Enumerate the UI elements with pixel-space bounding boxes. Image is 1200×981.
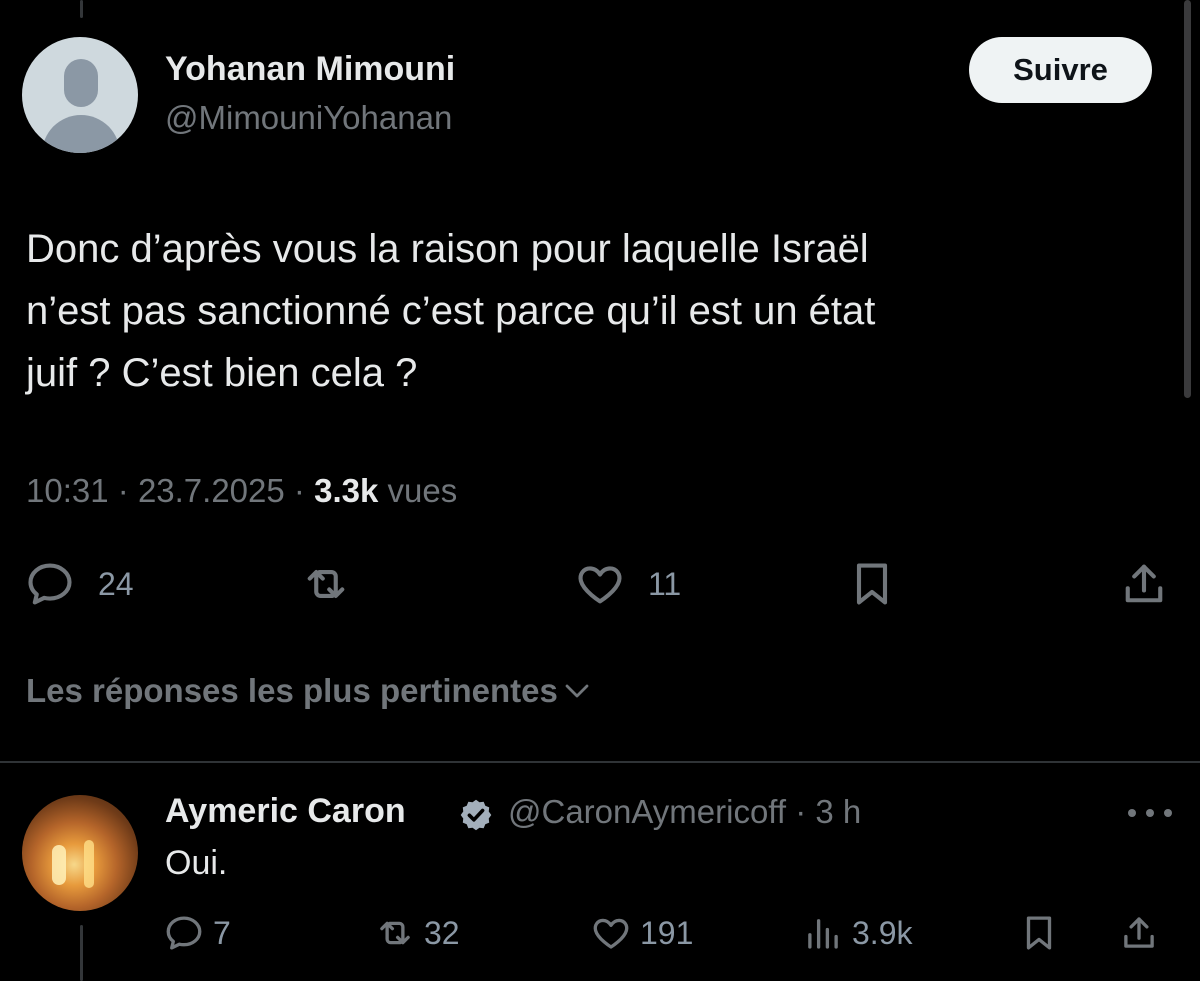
tweet-text-line: n’est pas sanctionné c’est parce qu’il e… <box>26 289 876 333</box>
reply-avatar[interactable] <box>22 795 138 911</box>
like-count: 11 <box>648 565 682 602</box>
share-action[interactable] <box>1118 558 1170 610</box>
meta-separator: · <box>795 793 807 830</box>
bookmark-icon <box>856 563 888 605</box>
analytics-icon <box>808 919 838 949</box>
reply-like-count: 191 <box>640 914 694 951</box>
verified-badge-icon[interactable] <box>458 797 494 833</box>
reply-author-handle[interactable]: @CaronAymericoff <box>508 793 786 830</box>
retweet-icon <box>307 570 345 598</box>
reply-count: 24 <box>98 565 134 602</box>
reply-icon <box>28 563 72 605</box>
heart-icon <box>578 566 622 604</box>
author-handle[interactable]: @MimouniYohanan <box>165 99 452 137</box>
reply-reply-count: 7 <box>213 914 231 951</box>
scrollbar[interactable] <box>1184 0 1191 398</box>
reply-views-action[interactable]: 3.9k <box>802 910 912 956</box>
views-label: vues <box>387 472 458 509</box>
tweet-text: Donc d’après vous la raison pour laquell… <box>26 218 1126 404</box>
like-action[interactable]: 11 <box>574 558 681 610</box>
reply-retweet-count: 32 <box>424 914 460 951</box>
meta-separator: · <box>293 472 305 509</box>
share-icon <box>1124 917 1154 948</box>
avatar[interactable] <box>22 37 138 153</box>
reply-icon <box>166 916 202 950</box>
reply-retweet-action[interactable]: 32 <box>374 910 460 956</box>
reply-reply-action[interactable]: 7 <box>163 910 231 956</box>
thread-line-bottom <box>80 925 83 981</box>
default-avatar-body <box>42 115 120 153</box>
meta-separator: · <box>117 472 129 509</box>
reply-author-meta: @CaronAymericoff · 3 h <box>508 793 861 831</box>
heart-icon <box>593 918 629 949</box>
author-display-name[interactable]: Yohanan Mimouni <box>165 50 455 89</box>
sort-label: Les réponses les plus pertinentes <box>26 672 558 709</box>
chevron-down-icon <box>565 684 589 698</box>
reply-age[interactable]: 3 h <box>815 793 861 830</box>
avatar-photo-highlight <box>84 840 94 888</box>
share-icon <box>1125 564 1163 603</box>
divider <box>0 761 1200 763</box>
more-dot <box>1128 809 1136 817</box>
more-options-button[interactable] <box>1128 798 1172 828</box>
default-avatar-head <box>64 59 98 107</box>
avatar-photo-highlight <box>52 845 66 885</box>
tweet-time[interactable]: 10:31 <box>26 472 109 509</box>
retweet-action[interactable] <box>300 558 374 610</box>
replies-sort-selector[interactable]: Les réponses les plus pertinentes <box>26 672 592 710</box>
reply-action[interactable]: 24 <box>24 558 134 610</box>
thread-line-top <box>80 0 83 18</box>
bookmark-action[interactable] <box>846 558 898 610</box>
tweet-date[interactable]: 23.7.2025 <box>138 472 285 509</box>
reply-bookmark-action[interactable] <box>1018 910 1060 956</box>
tweet-text-line: juif ? C’est bien cela ? <box>26 351 418 395</box>
reply-views-count: 3.9k <box>852 914 913 951</box>
reply-text: Oui. <box>165 844 228 882</box>
tweet-meta: 10:31 · 23.7.2025 · 3.3k vues <box>26 472 457 510</box>
views-count: 3.3k <box>314 472 379 509</box>
more-dot <box>1164 809 1172 817</box>
reply-author-name[interactable]: Aymeric Caron <box>165 792 406 831</box>
retweet-icon <box>380 921 410 945</box>
reply-share-action[interactable] <box>1118 910 1160 956</box>
follow-button[interactable]: Suivre <box>969 37 1152 103</box>
bookmark-icon <box>1026 916 1052 950</box>
tweet-text-line: Donc d’après vous la raison pour laquell… <box>26 227 869 271</box>
reply-like-action[interactable]: 191 <box>590 910 693 956</box>
more-dot <box>1146 809 1154 817</box>
